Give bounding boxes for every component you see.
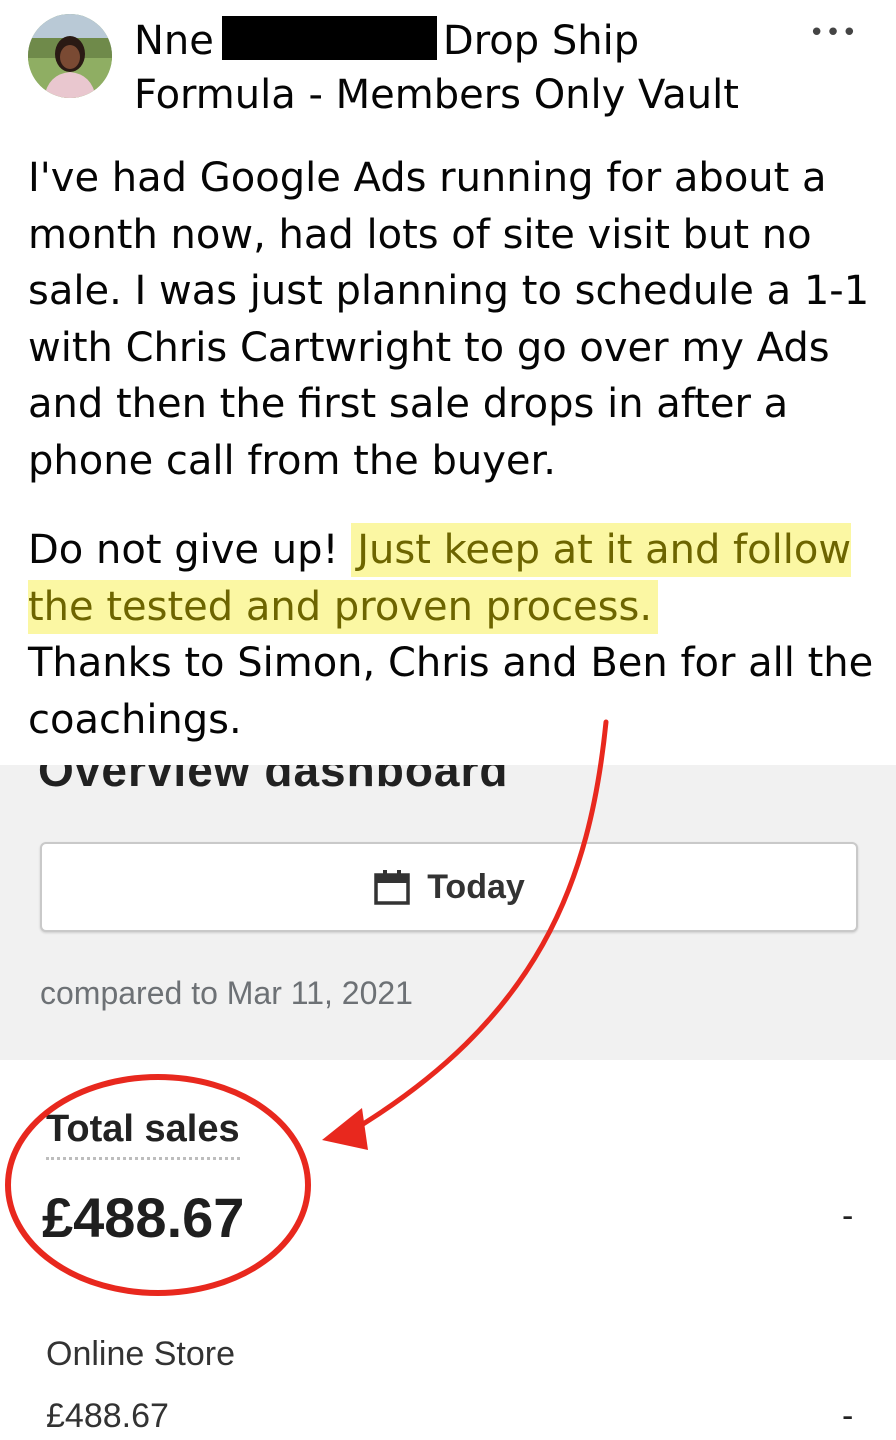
total-sales-value: £488.67 — [42, 1186, 245, 1249]
online-store-value: £488.67 — [46, 1397, 169, 1435]
post-paragraph-2: Do not give up! Just keep at it and foll… — [28, 522, 878, 635]
post-paragraph-3: Thanks to Simon, Chris and Ben for all t… — [28, 640, 874, 743]
post-paragraph-1: I've had Google Ads running for about a … — [28, 155, 870, 484]
comparison-text: compared to Mar 11, 2021 — [40, 975, 413, 1011]
dashboard-title: Overview dashboard — [38, 765, 509, 796]
group-name-part2[interactable]: Formula - Members Only Vault — [134, 68, 739, 122]
online-store-change: - — [842, 1397, 854, 1435]
total-sales-change: - — [842, 1197, 854, 1235]
total-sales-label[interactable]: Total sales — [46, 1108, 240, 1160]
post-encouragement: Do not give up! — [28, 527, 339, 573]
avatar[interactable] — [28, 14, 112, 98]
author-name[interactable]: Nne — [134, 18, 214, 64]
post-header: Nne Drop Ship Formula - Members Only Vaul… — [0, 0, 896, 130]
date-range-button[interactable]: Today — [40, 842, 858, 932]
group-name-part1[interactable]: Drop Ship — [443, 18, 639, 64]
calendar-icon — [374, 870, 410, 905]
avatar-photo — [28, 14, 112, 98]
post-author-group[interactable]: Nne Drop Ship Formula - Members Only Vaul… — [134, 14, 739, 122]
date-range-label: Today — [427, 867, 525, 906]
more-options-icon[interactable]: ••• — [809, 18, 858, 48]
online-store-label: Online Store — [46, 1335, 235, 1373]
dashboard-header: Overview dashboard Today compared to Mar… — [0, 765, 896, 1060]
post-text: I've had Google Ads running for about a … — [28, 150, 878, 748]
redaction-bar — [221, 16, 437, 60]
dashboard-screenshot: Overview dashboard Today compared to Mar… — [0, 765, 896, 1440]
